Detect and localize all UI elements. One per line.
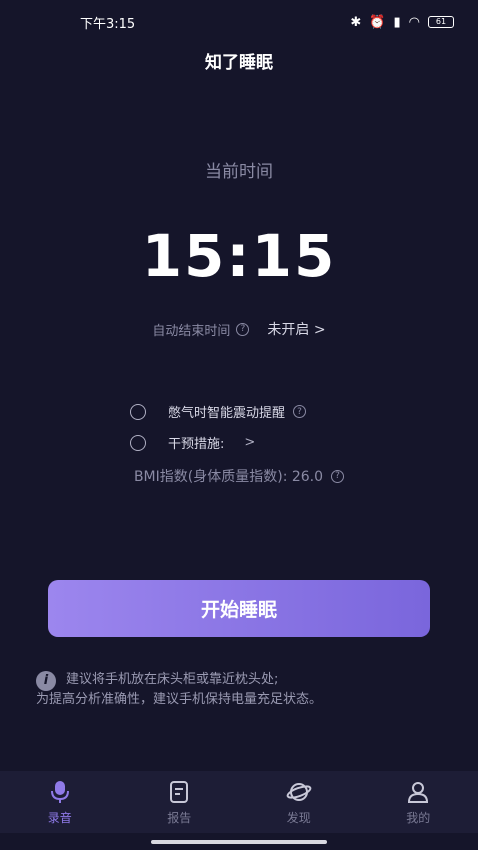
option-label: 憋气时智能震动提醒 — [168, 406, 286, 421]
page-title: 知了睡眠 — [205, 53, 273, 73]
radio-button[interactable] — [130, 434, 146, 451]
option-intervention[interactable]: 干预措施: > — [130, 433, 255, 452]
help-icon[interactable]: ? — [236, 322, 250, 336]
planet-icon — [286, 782, 312, 801]
bottom-tab-bar: 录音 报告 发现 我的 — [0, 771, 478, 833]
tips-text: 建议将手机放在床头柜或靠近枕头处; 为提高分析准确性，建议手机保持电量充足状态。 — [36, 670, 322, 710]
microphone-icon — [50, 780, 69, 803]
tab-profile[interactable]: 我的 — [378, 779, 458, 826]
auto-end-value[interactable]: 未开启 > — [267, 319, 325, 339]
signal-icon: ▮ — [393, 14, 401, 30]
start-sleep-button[interactable]: 开始睡眠 — [48, 580, 430, 637]
radio-button[interactable] — [130, 403, 146, 420]
auto-end-label: 自动结束时间 — [152, 323, 231, 339]
tab-record[interactable]: 录音 — [20, 779, 100, 826]
status-time: 下午3:15 — [80, 16, 136, 32]
bluetooth-icon: ✱ — [350, 14, 362, 30]
current-time-display: 15:15 — [141, 222, 337, 290]
bmi-index: BMI指数(身体质量指数): 26.0 ? — [0, 466, 478, 486]
help-icon[interactable]: ? — [293, 405, 307, 418]
home-indicator[interactable] — [151, 840, 327, 844]
tip-line: 为提高分析准确性，建议手机保持电量充足状态。 — [36, 692, 323, 707]
status-icons: ✱ ⏰ ▮ ◠ 61 — [350, 15, 454, 30]
report-icon — [170, 780, 189, 803]
wifi-icon: ◠ — [408, 14, 420, 30]
alarm-icon: ⏰ — [369, 14, 386, 30]
tip-line: 建议将手机放在床头柜或靠近枕头处; — [66, 672, 279, 687]
status-bar: 下午3:15 ✱ ⏰ ▮ ◠ 61 — [0, 0, 478, 44]
tips: i 建议将手机放在床头柜或靠近枕头处; 为提高分析准确性，建议手机保持电量充足状… — [36, 670, 322, 710]
option-apnea-vibration[interactable]: 憋气时智能震动提醒 ? — [130, 402, 307, 421]
tab-discover[interactable]: 发现 — [259, 779, 339, 826]
chevron-right-icon[interactable]: > — [244, 435, 255, 450]
current-time-caption: 当前时间 — [205, 162, 273, 182]
tab-label: 发现 — [286, 810, 311, 825]
auto-end-time-setting[interactable]: 自动结束时间 ? 未开启 > — [0, 319, 478, 339]
tab-label: 我的 — [406, 810, 431, 825]
info-icon: i — [36, 671, 56, 691]
help-icon[interactable]: ? — [331, 469, 345, 483]
tab-label: 报告 — [167, 810, 192, 825]
tab-report[interactable]: 报告 — [139, 779, 219, 826]
battery-icon: 61 — [428, 16, 454, 28]
bmi-label: BMI指数(身体质量指数): 26.0 — [133, 469, 324, 485]
tab-label: 录音 — [47, 810, 72, 825]
option-label: 干预措施: — [168, 437, 225, 452]
user-icon — [408, 781, 429, 803]
